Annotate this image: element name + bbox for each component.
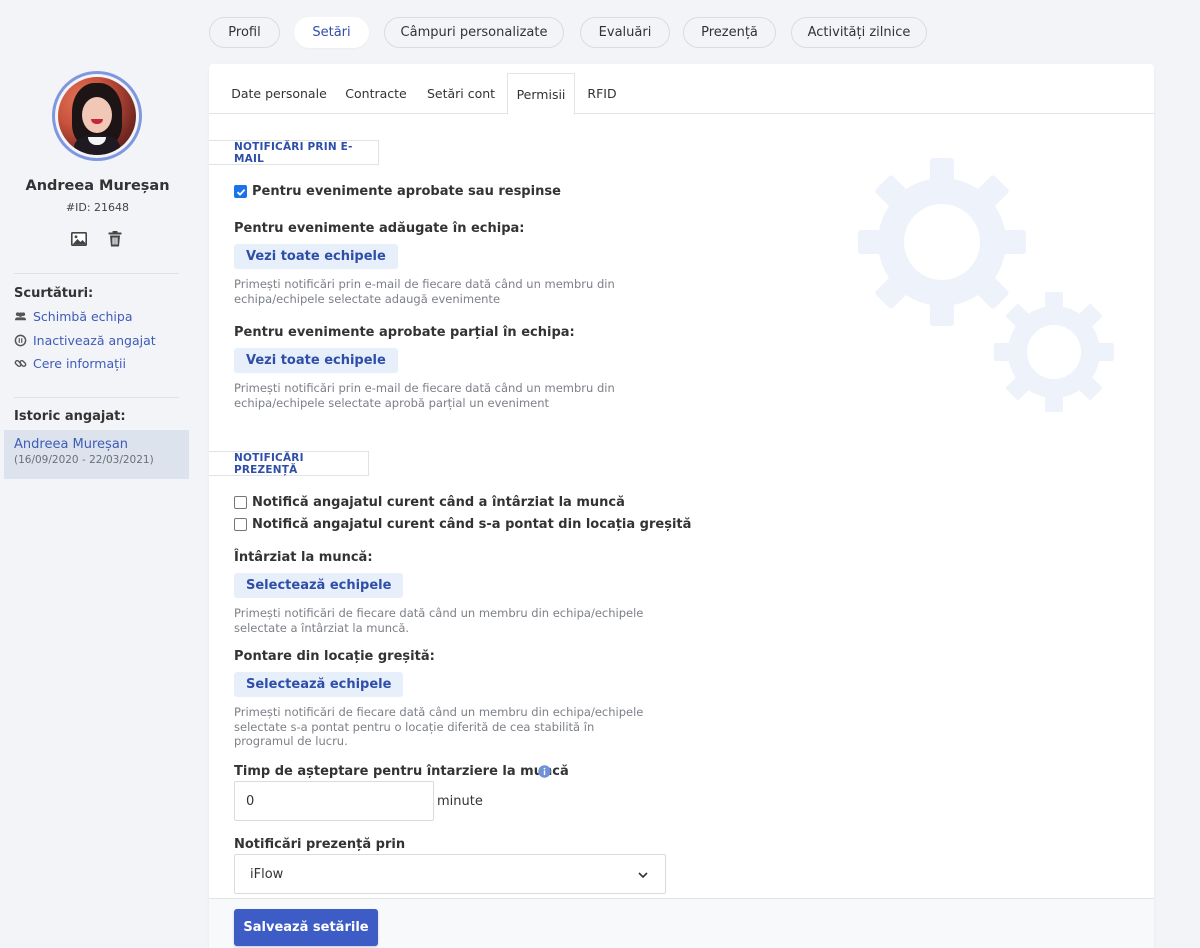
- subtab-personal-data[interactable]: Date personale: [223, 73, 335, 114]
- wait-time-label: Timp de așteptare pentru întarziere la m…: [234, 764, 569, 779]
- shortcut-label: Inactivează angajat: [33, 333, 156, 348]
- partial-events-help: Primești notificări prin e-mail de fieca…: [234, 381, 615, 410]
- employee-name: Andreea Mureșan: [25, 178, 170, 194]
- pause-circle-icon: [14, 334, 27, 347]
- top-tabs: Profil Setări Câmpuri personalizate Eval…: [209, 17, 927, 48]
- checkmark-icon: [236, 188, 245, 196]
- subtab-contracts[interactable]: Contracte: [339, 73, 413, 114]
- wrong-location-checkbox[interactable]: [234, 518, 247, 531]
- tab-profile[interactable]: Profil: [209, 17, 280, 48]
- approved-events-option[interactable]: Pentru evenimente aprobate sau respinse: [234, 184, 561, 199]
- gears-icon: [858, 158, 1114, 412]
- approved-events-checkbox[interactable]: [234, 185, 247, 198]
- employee-sidebar: Andreea Mureșan #ID: 21648 Scurtături: S…: [0, 0, 195, 948]
- late-help: Primești notificări de fiecare dată când…: [234, 606, 644, 635]
- sidebar-divider: [14, 397, 179, 398]
- tab-evaluations[interactable]: Evaluări: [580, 17, 670, 48]
- trash-icon[interactable]: [106, 230, 124, 248]
- shortcut-deactivate[interactable]: Inactivează angajat: [14, 333, 156, 348]
- image-icon[interactable]: [70, 230, 88, 248]
- added-events-label: Pentru evenimente adăugate în echipa:: [234, 221, 525, 236]
- wait-time-input[interactable]: 0: [234, 781, 434, 821]
- info-icon[interactable]: [538, 765, 551, 778]
- view-all-teams-partial-button[interactable]: Vezi toate echipele: [234, 348, 398, 373]
- employee-id: #ID: 21648: [65, 201, 130, 214]
- wait-time-unit: minute: [437, 794, 483, 809]
- shortcut-label: Schimbă echipa: [33, 309, 133, 324]
- history-name: Andreea Mureșan: [14, 437, 129, 452]
- wrong-location-help: Primești notificări de fiecare dată când…: [234, 705, 644, 748]
- history-heading: Istoric angajat:: [14, 409, 126, 424]
- select-teams-wrong-button[interactable]: Selectează echipele: [234, 672, 404, 697]
- view-all-teams-button[interactable]: Vezi toate echipele: [234, 244, 398, 269]
- shortcuts-heading: Scurtături:: [14, 286, 94, 301]
- shortcut-change-team[interactable]: Schimbă echipa: [14, 309, 133, 324]
- users-icon: [14, 312, 27, 321]
- late-notify-option[interactable]: Notifică angajatul curent când a întârzi…: [234, 495, 625, 510]
- save-settings-button[interactable]: Salvează setările: [234, 909, 378, 946]
- tab-daily-activities[interactable]: Activități zilnice: [791, 17, 927, 48]
- subtab-permissions[interactable]: Permisii: [507, 73, 575, 115]
- link-icon: [14, 359, 27, 368]
- wrong-location-label: Notifică angajatul curent când s-a ponta…: [252, 517, 692, 532]
- tab-presence[interactable]: Prezență: [683, 17, 776, 48]
- shortcut-request-info[interactable]: Cere informații: [14, 356, 126, 371]
- wrong-location-field-label: Pontare din locație greșită:: [234, 649, 435, 664]
- footer-bar: Salvează setările: [209, 898, 1154, 948]
- avatar-actions: [70, 230, 124, 248]
- shortcut-label: Cere informații: [33, 356, 126, 371]
- approved-events-label: Pentru evenimente aprobate sau respinse: [252, 184, 561, 199]
- channel-label: Notificări prezență prin: [234, 837, 406, 852]
- presence-section-title: NOTIFICĂRI PREZENȚĂ: [209, 451, 369, 476]
- partial-events-label: Pentru evenimente aprobate parțial în ec…: [234, 325, 575, 340]
- late-label: Întârziat la muncă:: [234, 550, 373, 565]
- history-item[interactable]: Andreea Mureșan (16/09/2020 - 22/03/2021…: [4, 430, 189, 479]
- channel-select[interactable]: iFlow: [234, 854, 666, 894]
- select-teams-late-button[interactable]: Selectează echipele: [234, 573, 404, 598]
- subtab-account-settings[interactable]: Setări cont: [421, 73, 501, 114]
- email-section-title: NOTIFICĂRI PRIN E-MAIL: [209, 140, 379, 165]
- late-notify-checkbox[interactable]: [234, 496, 247, 509]
- settings-card: Date personale Contracte Setări cont Per…: [209, 64, 1154, 948]
- channel-value: iFlow: [250, 866, 284, 882]
- late-notify-label: Notifică angajatul curent când a întârzi…: [252, 495, 625, 510]
- avatar-photo: [58, 77, 136, 155]
- history-dates: (16/09/2020 - 22/03/2021): [14, 454, 154, 466]
- sub-tabs: Date personale Contracte Setări cont Per…: [209, 64, 1154, 115]
- wrong-location-option[interactable]: Notifică angajatul curent când s-a ponta…: [234, 517, 691, 532]
- sidebar-divider: [14, 273, 179, 274]
- avatar: [52, 71, 142, 161]
- subtab-rfid[interactable]: RFID: [579, 73, 625, 114]
- tab-settings[interactable]: Setări: [294, 17, 369, 48]
- tab-custom-fields[interactable]: Câmpuri personalizate: [384, 17, 564, 48]
- added-events-help: Primești notificări prin e-mail de fieca…: [234, 277, 615, 306]
- chevron-down-icon: [638, 872, 648, 879]
